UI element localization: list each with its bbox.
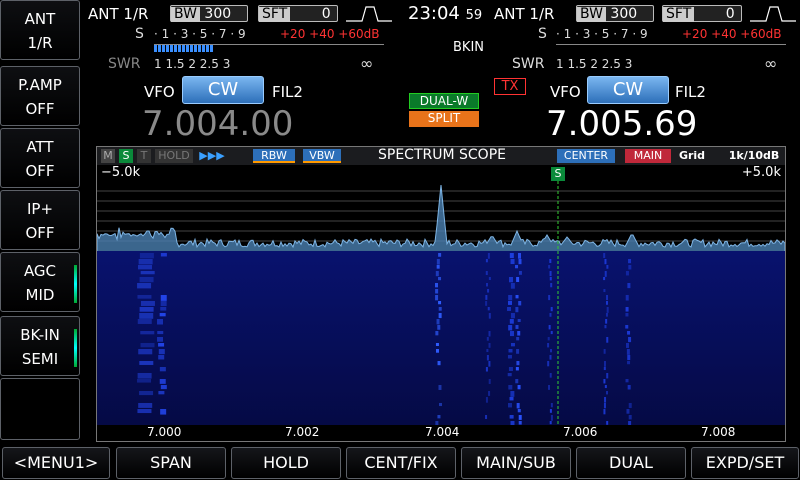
main-swr-inf: ∞ <box>360 54 374 73</box>
ipplus-key[interactable]: IP+ OFF <box>0 190 80 250</box>
clock: 23:04 59 <box>408 3 482 24</box>
preamp-key-value: OFF <box>25 100 55 118</box>
sub-s-scale: · 1 · 3 · 5 · 7 · 9 <box>556 27 648 41</box>
sub-bw-label: BW <box>577 7 606 22</box>
empty-side-key <box>0 378 80 440</box>
dual-watch-indicator: DUAL-W <box>409 93 479 109</box>
scope-vbw: VBW <box>303 149 341 163</box>
main-s-scale: · 1 · 3 · 5 · 7 · 9 <box>154 27 246 41</box>
freq-tick: 7.004 <box>425 425 460 439</box>
scope-flag-m: M <box>101 149 115 163</box>
clock-seconds: 59 <box>465 8 483 23</box>
sub-meter: S · 1 · 3 · 5 · 7 · 9 +20 +40 +60dB SWR … <box>512 24 798 76</box>
agc-key-value: MID <box>25 286 55 304</box>
scope-flag-t: T <box>137 149 151 163</box>
ipplus-key-value: OFF <box>25 224 55 242</box>
main-frequency[interactable]: 7.004.00 <box>142 104 293 144</box>
sub-s-label: S <box>538 26 547 42</box>
scope-main-mode: MAIN <box>625 149 671 163</box>
att-key[interactable]: ATT OFF <box>0 128 80 188</box>
sub-sft-box: SFT 0 <box>662 5 742 22</box>
scope-grid: Grid <box>678 149 706 162</box>
sub-swr-scale: 1 1.5 2 2.5 3 <box>556 57 633 71</box>
expd-set-button[interactable]: EXPD/SET <box>691 447 799 479</box>
sub-swr-label: SWR <box>512 56 545 72</box>
bkin-key-value: SEMI <box>21 350 59 368</box>
scope-sub-marker: S <box>551 167 565 181</box>
scope-header: M S T HOLD ▶▶▶ RBW VBW SPECTRUM SCOPE CE… <box>97 147 785 165</box>
tx-indicator: TX <box>494 78 526 95</box>
bkin-key[interactable]: BK-IN SEMI <box>0 316 80 376</box>
main-sft-label: SFT <box>259 7 291 22</box>
sub-s-over: +20 +40 +60dB <box>682 27 782 41</box>
main-sft-value: 0 <box>321 6 331 22</box>
scope-arrows-icon: ▶▶▶ <box>199 149 225 162</box>
sub-filter-shape-icon <box>750 6 796 22</box>
main-bw-box: BW 300 <box>170 5 248 22</box>
sub-meter-track <box>556 44 786 51</box>
clock-hhmm: 23:04 <box>408 3 460 24</box>
agc-indicator <box>74 265 77 303</box>
sub-bw-value: 300 <box>610 6 638 22</box>
ant-key[interactable]: ANT 1/R <box>0 0 80 60</box>
cent-fix-button[interactable]: CENT/FIX <box>346 447 456 479</box>
main-swr-scale: 1 1.5 2 2.5 3 <box>154 57 231 71</box>
scope-title: SPECTRUM SCOPE <box>378 147 506 163</box>
main-bw-label: BW <box>171 7 200 22</box>
ant-key-label: ANT <box>24 10 56 28</box>
freq-tick: 7.002 <box>285 425 320 439</box>
att-key-label: ATT <box>26 138 54 156</box>
main-mode-button[interactable]: CW <box>182 76 264 104</box>
hold-button[interactable]: HOLD <box>231 447 341 479</box>
main-swr-label: SWR <box>108 56 141 72</box>
bkin-status: BKIN <box>453 40 485 55</box>
scope-display <box>97 181 785 425</box>
main-vfo-label: VFO <box>144 83 175 101</box>
main-bw-value: 300 <box>204 6 232 22</box>
main-sft-box: SFT 0 <box>258 5 338 22</box>
scope-flag-hold: HOLD <box>155 149 193 163</box>
span-button[interactable]: SPAN <box>116 447 226 479</box>
scope-freq-axis: 7.000 7.002 7.004 7.006 7.008 <box>97 425 785 441</box>
sub-sft-label: SFT <box>663 7 695 22</box>
sub-ant-label: ANT 1/R <box>494 5 555 23</box>
ipplus-key-label: IP+ <box>26 200 54 218</box>
freq-tick: 7.000 <box>147 425 182 439</box>
sub-filter-label: FIL2 <box>675 83 706 101</box>
main-filter-shape-icon <box>346 6 392 22</box>
main-s-over: +20 +40 +60dB <box>280 27 380 41</box>
main-ant-label: ANT 1/R <box>88 5 149 23</box>
main-meter-bar <box>154 45 214 52</box>
ant-key-value: 1/R <box>27 34 53 52</box>
scope-flag-s: S <box>119 149 133 163</box>
sub-bw-box: BW 300 <box>576 5 654 22</box>
main-filter-label: FIL2 <box>272 83 303 101</box>
main-sub-button[interactable]: MAIN/SUB <box>461 447 571 479</box>
freq-tick: 7.008 <box>701 425 736 439</box>
sub-swr-inf: ∞ <box>764 54 778 73</box>
att-key-value: OFF <box>25 162 55 180</box>
scope-scale: 1k/10dB <box>728 149 780 162</box>
agc-key-label: AGC <box>23 262 57 280</box>
scope-center-mode: CENTER <box>557 149 615 163</box>
sub-frequency[interactable]: 7.005.69 <box>546 104 697 144</box>
menu-button[interactable]: <MENU1> <box>2 447 110 479</box>
bkin-key-label: BK-IN <box>20 326 60 344</box>
sub-sft-value: 0 <box>725 6 735 22</box>
preamp-key-label: P.AMP <box>18 76 62 94</box>
sub-mode-button[interactable]: CW <box>587 76 669 104</box>
split-indicator: SPLIT <box>409 111 479 127</box>
scope-left-edge: −5.0k <box>101 165 141 180</box>
bkin-indicator <box>74 329 77 367</box>
sub-vfo-label: VFO <box>550 83 581 101</box>
freq-tick: 7.006 <box>563 425 598 439</box>
main-s-label: S <box>135 26 144 42</box>
agc-key[interactable]: AGC MID <box>0 252 80 312</box>
preamp-key[interactable]: P.AMP OFF <box>0 66 80 126</box>
spectrum-scope[interactable]: M S T HOLD ▶▶▶ RBW VBW SPECTRUM SCOPE CE… <box>96 146 786 442</box>
main-meter: S · 1 · 3 · 5 · 7 · 9 +20 +40 +60dB SWR … <box>108 24 390 76</box>
scope-right-edge: +5.0k <box>741 165 781 180</box>
dual-button[interactable]: DUAL <box>576 447 686 479</box>
scope-rbw: RBW <box>253 149 295 163</box>
